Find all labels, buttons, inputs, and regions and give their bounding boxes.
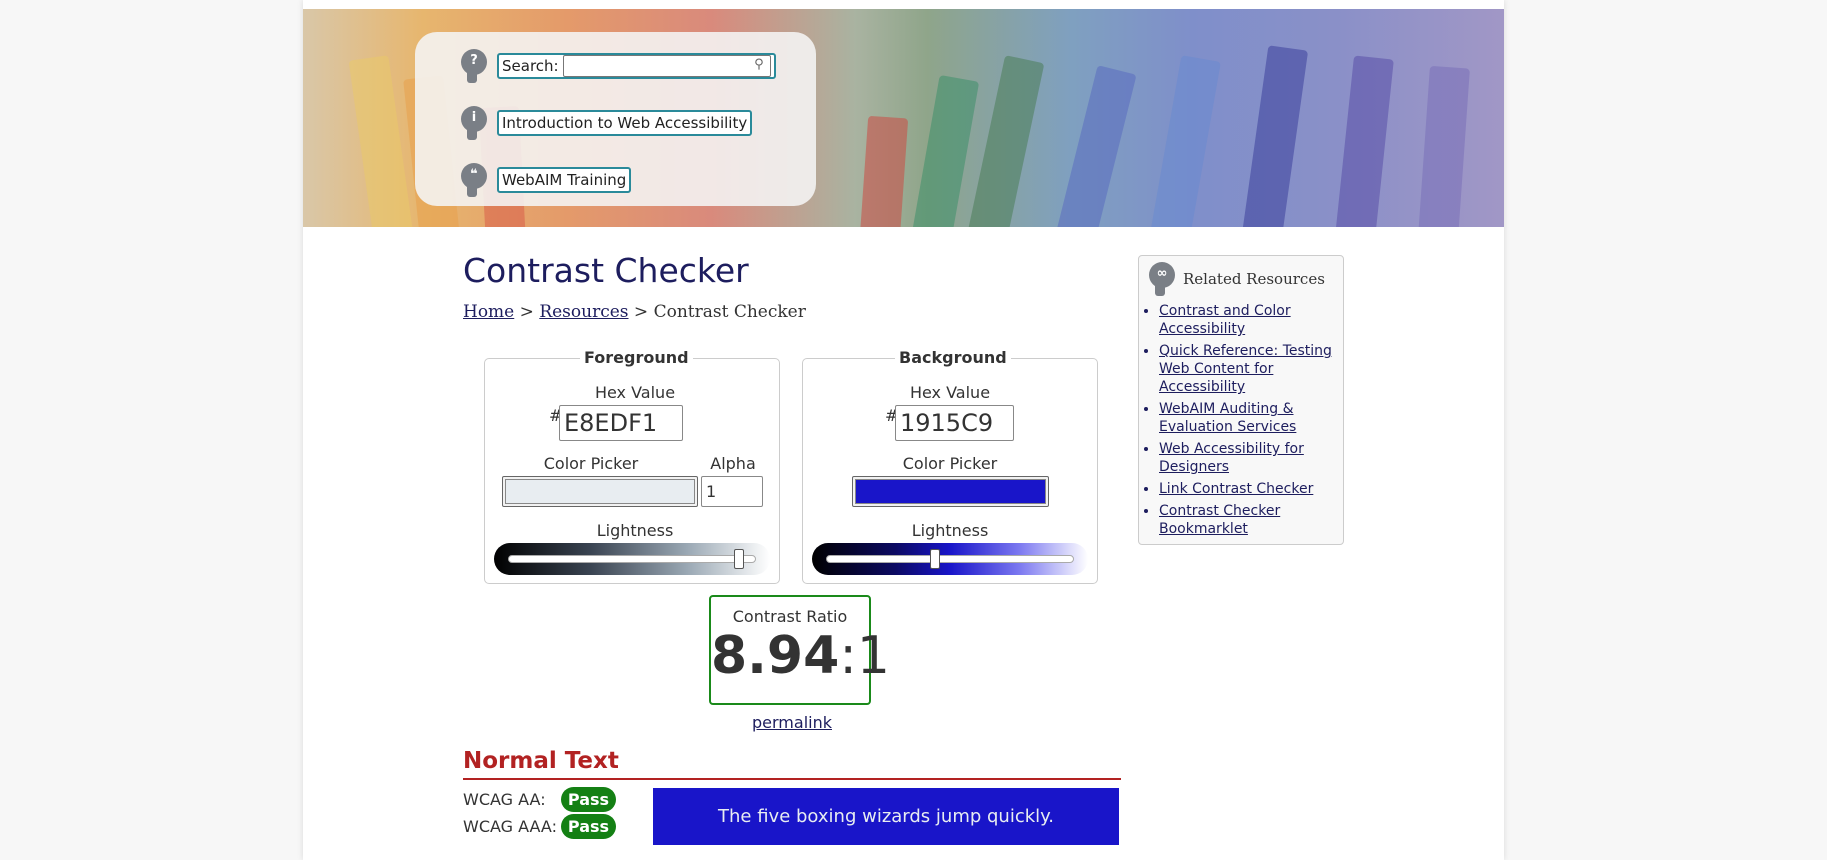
breadcrumb-home[interactable]: Home (463, 302, 514, 322)
list-item: Contrast and Color Accessibility (1159, 302, 1339, 338)
fg-lightness-thumb[interactable] (733, 549, 744, 569)
background-legend: Background (895, 348, 1011, 367)
nav-intro-row: i Introduction to Web Accessibility (461, 105, 753, 141)
related-link-auditing[interactable]: WebAIM Auditing & Evaluation Services (1159, 401, 1296, 435)
contrast-ratio-sep: : (839, 626, 857, 686)
breadcrumb-separator: > (633, 302, 649, 322)
breadcrumb-current: Contrast Checker (653, 302, 806, 322)
breadcrumb: Home > Resources > Contrast Checker (463, 302, 806, 322)
bg-picker-label: Color Picker (902, 454, 998, 473)
training-link[interactable]: WebAIM Training (497, 167, 632, 193)
bg-color-swatch (855, 479, 1046, 504)
list-item: Web Accessibility for Designers (1159, 440, 1339, 476)
page-title: Contrast Checker (463, 251, 749, 290)
page: ? Search: ⚲ i Introduction to Web Access… (303, 0, 1504, 860)
fg-color-picker[interactable] (502, 476, 698, 507)
related-link-designers[interactable]: Web Accessibility for Designers (1159, 441, 1304, 475)
normal-text-sample: The five boxing wizards jump quickly. (653, 788, 1119, 845)
search-label: Search: (502, 57, 559, 75)
list-item: WebAIM Auditing & Evaluation Services (1159, 400, 1339, 436)
fg-hex-input[interactable]: E8EDF1 (559, 405, 683, 441)
site-nav-panel: ? Search: ⚲ i Introduction to Web Access… (415, 32, 816, 206)
bg-hex-input[interactable]: 1915C9 (895, 405, 1014, 441)
bg-lightness-label: Lightness (911, 521, 989, 540)
fg-lightness-label: Lightness (596, 521, 674, 540)
bg-lightness-thumb[interactable] (930, 549, 941, 569)
training-head-icon: ❝ (461, 163, 487, 197)
search-input[interactable]: ⚲ (562, 55, 771, 77)
related-resources-title: Related Resources (1183, 270, 1325, 288)
bg-hex-label: Hex Value (909, 383, 991, 402)
normal-text-divider (463, 778, 1121, 780)
list-item: Quick Reference: Testing Web Content for… (1159, 342, 1339, 396)
fg-alpha-label: Alpha (710, 454, 756, 473)
contrast-ratio-box: Contrast Ratio 8.94:1 (709, 595, 890, 705)
list-item: Link Contrast Checker (1159, 480, 1339, 498)
related-link-quick-reference[interactable]: Quick Reference: Testing Web Content for… (1159, 343, 1332, 395)
info-head-icon: i (461, 106, 487, 140)
related-link-contrast-color[interactable]: Contrast and Color Accessibility (1159, 303, 1291, 337)
intro-link[interactable]: Introduction to Web Accessibility (497, 110, 753, 136)
link-head-icon: ∞ (1149, 262, 1175, 296)
foreground-legend: Foreground (580, 348, 693, 367)
related-link-link-contrast[interactable]: Link Contrast Checker (1159, 481, 1313, 497)
breadcrumb-resources[interactable]: Resources (539, 302, 628, 322)
related-resources-header: ∞ Related Resources (1149, 262, 1325, 296)
fg-lightness-track (508, 555, 756, 563)
search-head-icon: ? (461, 49, 487, 83)
normal-text-heading: Normal Text (463, 748, 619, 774)
header-banner: ? Search: ⚲ i Introduction to Web Access… (303, 9, 1504, 227)
nav-training-row: ❝ WebAIM Training (461, 162, 632, 198)
contrast-ratio-suffix: 1 (856, 626, 890, 686)
search-box: Search: ⚲ (497, 53, 776, 79)
list-item: Contrast Checker Bookmarklet (1159, 502, 1339, 538)
wcag-aaa-badge: Pass (561, 814, 616, 839)
wcag-aa-label: WCAG AA: (463, 790, 546, 809)
related-resources-list: Contrast and Color Accessibility Quick R… (1159, 302, 1339, 542)
contrast-ratio-value: 8.94:1 (711, 626, 890, 686)
contrast-ratio-label: Contrast Ratio (732, 607, 848, 626)
fg-hex-label: Hex Value (594, 383, 676, 402)
breadcrumb-separator: > (519, 302, 534, 322)
fg-color-swatch (505, 479, 695, 504)
wcag-aaa-label: WCAG AAA: (463, 817, 557, 836)
contrast-ratio-number: 8.94 (711, 626, 840, 686)
related-link-bookmarklet[interactable]: Contrast Checker Bookmarklet (1159, 503, 1280, 537)
wcag-aa-badge: Pass (561, 787, 616, 812)
fg-alpha-input[interactable]: 1 (701, 476, 763, 507)
fg-picker-label: Color Picker (543, 454, 639, 473)
related-resources-panel: ∞ Related Resources Contrast and Color A… (1138, 255, 1344, 545)
bg-color-picker[interactable] (852, 476, 1049, 507)
nav-search-row: ? Search: ⚲ (461, 48, 776, 84)
bg-lightness-track (826, 555, 1074, 563)
search-icon[interactable]: ⚲ (754, 57, 764, 72)
permalink-link[interactable]: permalink (752, 713, 832, 732)
